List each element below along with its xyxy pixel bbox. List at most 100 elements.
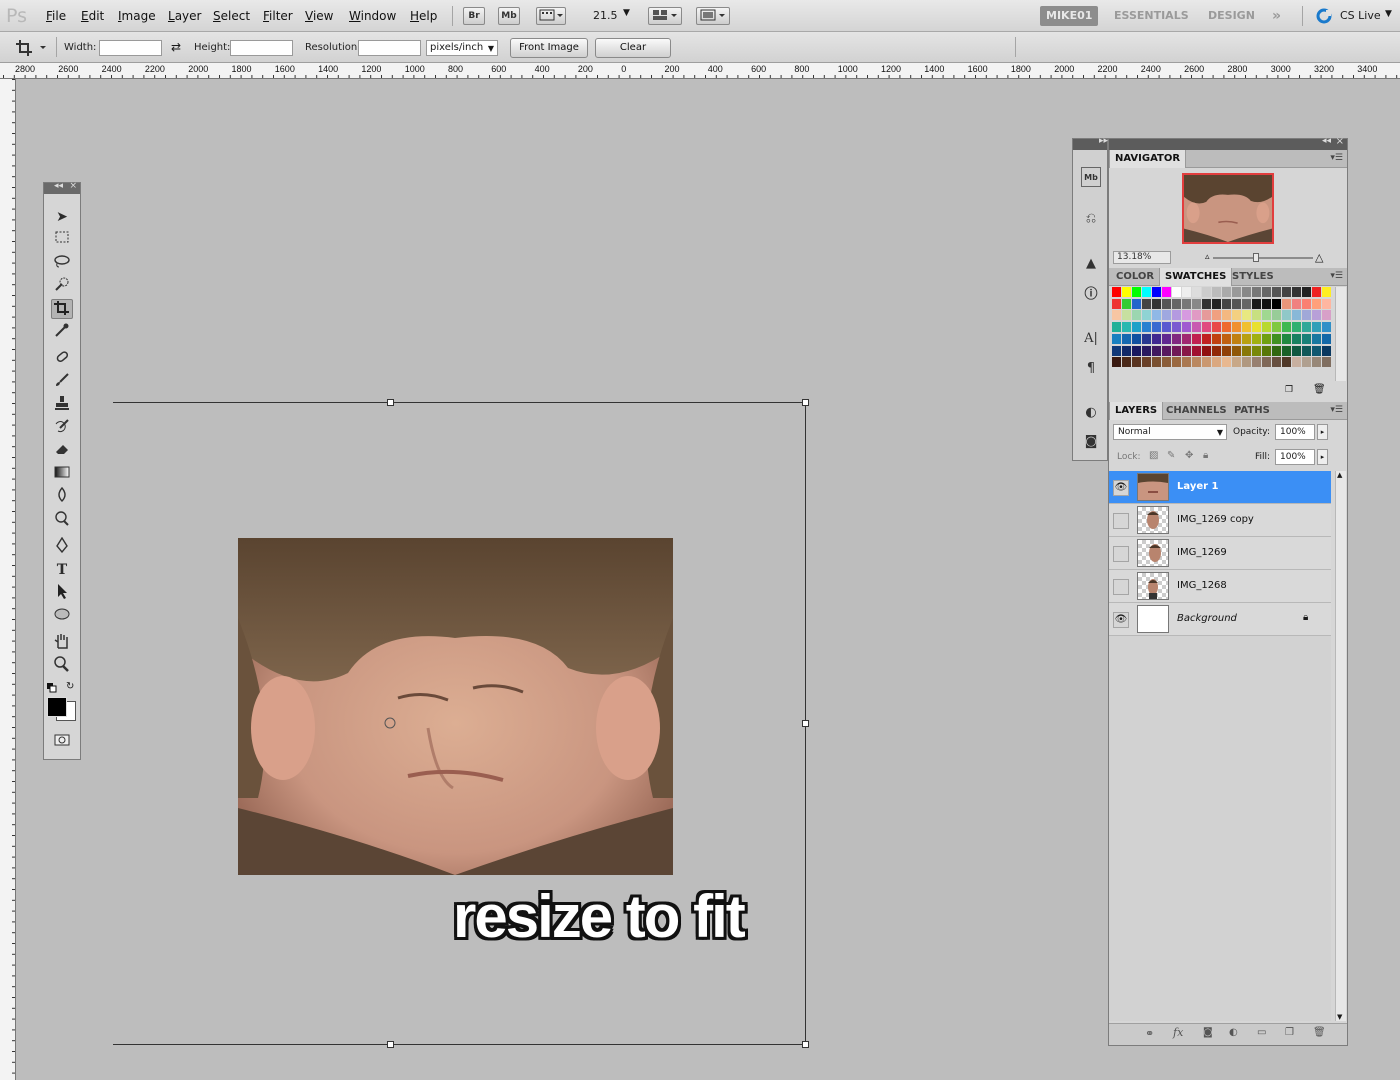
color-swatch[interactable] [1132,345,1142,357]
panel-menu-icon[interactable]: ▾☰ [1330,153,1343,163]
color-swatch[interactable] [1322,345,1332,357]
tool-preset-picker[interactable] [14,38,50,58]
front-image-button[interactable]: Front Image [510,38,588,58]
vertical-ruler[interactable] [0,79,16,1080]
workspace-essentials[interactable]: ESSENTIALS [1108,6,1195,26]
history-panel-icon[interactable]: ⎌ [1081,209,1101,229]
navigator-zoom-slider[interactable] [1213,257,1313,259]
zoom-level[interactable]: 21.5 [593,9,618,22]
color-swatch[interactable] [1222,298,1232,310]
layer-row-img-1268[interactable]: IMG_1268 [1109,570,1331,603]
color-swatch[interactable] [1222,287,1232,298]
move-tool-icon[interactable]: ➤ [51,207,73,227]
histogram-panel-icon[interactable]: ▲ [1081,254,1101,274]
collapse-icon[interactable]: ◂◂ [54,181,63,191]
swatch-grid[interactable] [1112,287,1332,369]
adjustment-layer-icon[interactable]: ◐ [1229,1027,1238,1038]
chevron-down-icon[interactable]: ▼ [1385,9,1392,19]
adjustments-panel-icon[interactable]: ◐ [1081,403,1101,423]
color-swatch[interactable] [1312,298,1322,310]
color-swatch[interactable] [1142,333,1152,345]
swap-colors-icon[interactable]: ↻ [66,681,74,692]
close-icon[interactable]: × [69,181,77,191]
color-swatch[interactable] [1322,287,1332,298]
color-swatch[interactable] [1242,322,1252,334]
color-swatch[interactable] [1202,298,1212,310]
color-swatch[interactable] [1232,357,1242,369]
color-swatch[interactable] [1232,322,1242,334]
color-swatch[interactable] [1212,310,1222,322]
color-swatch[interactable] [1112,345,1122,357]
visibility-eye-icon[interactable]: 👁︎ [1113,612,1129,628]
color-swatch[interactable] [1162,298,1172,310]
color-swatch[interactable] [1232,310,1242,322]
zoom-tool-icon[interactable] [51,656,73,676]
layer-name[interactable]: Layer 1 [1177,481,1218,492]
bridge-button[interactable]: Br [463,7,485,25]
color-swatch[interactable] [1212,357,1222,369]
color-swatch[interactable] [1162,357,1172,369]
foreground-color-swatch[interactable] [47,697,67,717]
menu-edit[interactable]: Edit [81,9,104,23]
color-swatch[interactable] [1162,310,1172,322]
opacity-input[interactable]: 100% [1275,424,1315,440]
color-swatch[interactable] [1192,287,1202,298]
layer-name[interactable]: IMG_1268 [1177,580,1227,591]
pen-tool-icon[interactable] [51,536,73,557]
color-swatch[interactable] [1162,322,1172,334]
crop-tool-icon[interactable] [51,299,73,319]
type-tool-icon[interactable]: T [51,560,73,580]
canvas-photo[interactable] [238,538,673,875]
color-swatch[interactable] [1272,345,1282,357]
tools-panel-header[interactable]: ◂◂ × [44,181,80,194]
expand-icon[interactable]: ▸▸ [1099,136,1108,146]
color-swatch[interactable] [1122,357,1132,369]
color-swatch[interactable] [1292,357,1302,369]
color-swatch[interactable] [1302,357,1312,369]
tab-navigator[interactable]: NAVIGATOR [1109,150,1187,168]
layer-row-background[interactable]: 👁︎ Background 🔒︎ [1109,603,1331,636]
menu-image[interactable]: Image [118,9,156,23]
arrange-documents-button[interactable] [648,7,682,25]
layer-name[interactable]: IMG_1269 copy [1177,514,1254,525]
panel-menu-icon[interactable]: ▾☰ [1330,271,1343,281]
cs-live-label[interactable]: CS Live [1340,9,1381,22]
color-swatch[interactable] [1302,322,1312,334]
color-swatch[interactable] [1272,322,1282,334]
color-swatch[interactable] [1112,322,1122,334]
color-swatch[interactable] [1192,310,1202,322]
color-swatch[interactable] [1182,310,1192,322]
color-swatch[interactable] [1122,298,1132,310]
color-swatch[interactable] [1172,298,1182,310]
color-swatch[interactable] [1202,287,1212,298]
crop-handle-top[interactable] [387,399,394,406]
color-swatch[interactable] [1312,357,1322,369]
zoom-in-icon[interactable]: △ [1315,251,1323,264]
color-swatch[interactable] [1122,345,1132,357]
color-swatch[interactable] [1302,298,1312,310]
color-swatch[interactable] [1222,310,1232,322]
color-swatch[interactable] [1292,322,1302,334]
lock-transparent-icon[interactable]: ▨ [1149,450,1158,461]
color-swatch[interactable] [1192,333,1202,345]
color-swatch[interactable] [1132,322,1142,334]
color-swatch[interactable] [1302,333,1312,345]
color-swatch[interactable] [1132,298,1142,310]
brush-tool-icon[interactable] [51,372,73,392]
layer-row-img-1269[interactable]: IMG_1269 [1109,537,1331,570]
color-swatch[interactable] [1132,310,1142,322]
color-swatch[interactable] [1182,345,1192,357]
menu-help[interactable]: Help [410,9,437,23]
delete-layer-icon[interactable]: 🗑 [1313,1027,1326,1038]
color-swatch[interactable] [1192,357,1202,369]
color-swatch[interactable] [1222,357,1232,369]
color-swatch[interactable] [1312,287,1322,298]
color-swatch[interactable] [1242,298,1252,310]
color-swatch[interactable] [1302,287,1312,298]
menu-view[interactable]: View [305,9,333,23]
visibility-toggle[interactable] [1113,513,1129,529]
color-swatch[interactable] [1312,345,1322,357]
color-swatch[interactable] [1172,345,1182,357]
dodge-tool-icon[interactable] [51,510,73,530]
layer-row-img-1269-copy[interactable]: IMG_1269 copy [1109,504,1331,537]
